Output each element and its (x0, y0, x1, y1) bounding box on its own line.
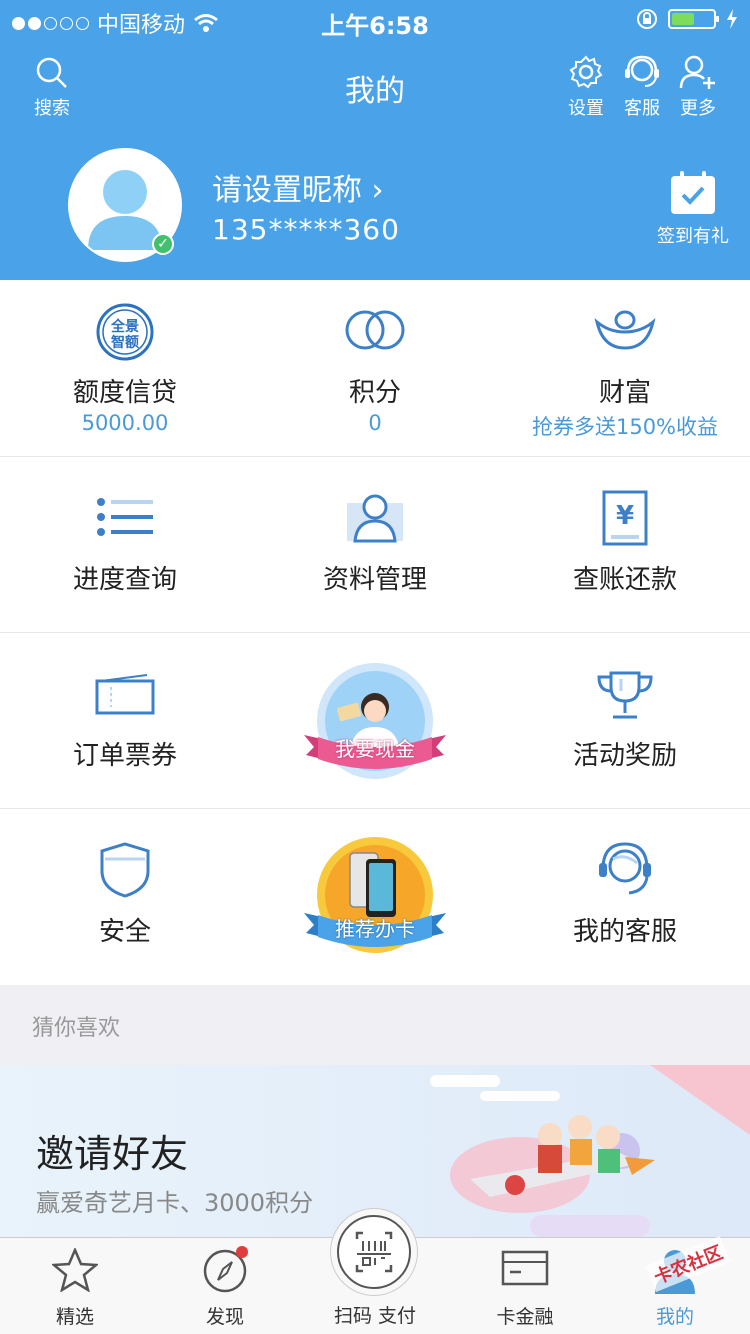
trophy-icon (597, 671, 653, 719)
grid-item-progress[interactable]: 进度查询 (0, 457, 250, 632)
tab-label: 发现 (205, 1306, 244, 1328)
scan-pay-label: 扫码 支付 (333, 1305, 417, 1327)
chevron-right-icon: › (371, 173, 384, 208)
tab-label: 精选 (55, 1306, 94, 1328)
quota-seal-text-bottom: 智额 (110, 334, 139, 351)
yuan-sign: ¥ (616, 501, 634, 531)
yuan-bill-icon: ¥ (602, 490, 648, 546)
grid-item-wealth[interactable]: 财富 抢券多送150%收益 (500, 280, 750, 456)
banner-title: 邀请好友 (36, 1132, 189, 1176)
grid-label: 进度查询 (72, 565, 177, 595)
tab-discover[interactable]: 发现 (150, 1238, 300, 1334)
cash-badge-icon (304, 663, 446, 779)
banner-subtitle: 赢爱奇艺月卡、3000积分 (36, 1189, 314, 1217)
grid-item-my-service[interactable]: 我的客服 (500, 809, 750, 985)
settings-button[interactable]: 设置 (564, 54, 608, 120)
guess-title: 猜你喜欢 (32, 1016, 121, 1041)
grid-row-2: 进度查询 资料管理 ¥ 查账还款 (0, 457, 750, 633)
grid-label: 我的客服 (572, 917, 677, 947)
grid-item-bill[interactable]: ¥ 查账还款 (500, 457, 750, 632)
star-icon (52, 1248, 98, 1292)
nickname-link[interactable]: 请设置昵称 › (212, 165, 384, 209)
tab-mine[interactable]: 我的 (600, 1238, 750, 1334)
grid-label: 活动奖励 (572, 741, 677, 771)
checkin-button[interactable]: 签到有礼 (650, 170, 736, 248)
grid-label: 资料管理 (322, 565, 427, 595)
wealth-ingot-icon (594, 310, 656, 350)
grid-label: 财富 (598, 378, 651, 408)
calendar-check-icon (671, 171, 715, 214)
grid-item-apply-card[interactable]: 推荐办卡 (250, 809, 500, 985)
grid-item-points[interactable]: 积分 0 (250, 280, 500, 456)
grid-item-tickets[interactable]: 订单票券 (0, 633, 250, 808)
quota-amount: 5000.00 (81, 411, 169, 435)
tab-label: 卡金融 (496, 1306, 554, 1328)
phone-number: 135*****360 (212, 213, 400, 246)
grid-label: 额度信贷 (72, 378, 177, 408)
status-bar: 中国移动 上午6:58 (0, 0, 750, 40)
quota-seal-icon: 全景智额 (96, 303, 154, 361)
quota-seal-text-top: 全景 (110, 318, 139, 335)
tab-label: 我的 (655, 1306, 694, 1328)
banner-illustration (430, 1065, 750, 1237)
verified-check-icon: ✓ (152, 233, 174, 255)
charging-icon (727, 9, 737, 29)
grid-label: 积分 (348, 378, 401, 408)
shield-icon (100, 842, 150, 898)
profile-card-icon (347, 494, 403, 543)
cash-badge-label: 我要现金 (335, 737, 415, 761)
grid-item-quota[interactable]: 全景 智额 额度信贷 5000.00 (0, 280, 250, 456)
tab-featured[interactable]: 精选 (0, 1238, 150, 1334)
points-rings-icon (345, 310, 405, 350)
ticket-icon (95, 674, 155, 715)
headset-icon (599, 842, 651, 895)
guess-section-header: 猜你喜欢 (0, 985, 750, 1065)
grid-row-3: 订单票券 我要现金 活动奖励 (0, 633, 750, 809)
grid-label: 查账还款 (572, 565, 677, 595)
rotation-lock-icon (637, 9, 657, 29)
grid-row-4: 安全 推荐办卡 我的客服 (0, 809, 750, 985)
tab-card-finance[interactable]: 卡金融 (450, 1238, 600, 1334)
more-button[interactable]: 更多 (676, 54, 720, 120)
service-label: 客服 (624, 98, 660, 119)
card-icon (501, 1250, 549, 1286)
customer-service-icon (625, 55, 659, 87)
grid-row-1: 全景 智额 额度信贷 5000.00 积分 0 财富 抢券多送150%收益 (0, 280, 750, 457)
nickname-text: 请设置昵称 (212, 173, 362, 208)
service-button[interactable]: 客服 (620, 54, 664, 120)
more-label: 更多 (680, 98, 716, 119)
wealth-promo: 抢券多送150%收益 (531, 415, 719, 439)
scan-pay-button[interactable] (337, 1215, 411, 1289)
list-icon (97, 498, 153, 536)
gear-icon (569, 55, 603, 89)
checkin-label: 签到有礼 (657, 226, 729, 247)
grid-label: 订单票券 (72, 741, 177, 771)
battery-icon (668, 9, 719, 29)
grid-item-cash[interactable]: 我要现金 (250, 633, 500, 808)
card-badge-label: 推荐办卡 (335, 917, 415, 941)
scan-icon (355, 1231, 393, 1273)
discover-notification-dot (236, 1246, 248, 1258)
settings-label: 设置 (568, 98, 604, 119)
grid-item-security[interactable]: 安全 (0, 809, 250, 985)
add-user-icon (679, 55, 715, 89)
grid-item-rewards[interactable]: 活动奖励 (500, 633, 750, 808)
points-value: 0 (368, 411, 382, 435)
grid-item-profile[interactable]: 资料管理 (250, 457, 500, 632)
grid-label: 安全 (98, 917, 151, 947)
profile-header: 中国移动 上午6:58 搜索 我的 设置 客服 更多 ✓ 请设置昵称 › 135… (0, 0, 750, 280)
